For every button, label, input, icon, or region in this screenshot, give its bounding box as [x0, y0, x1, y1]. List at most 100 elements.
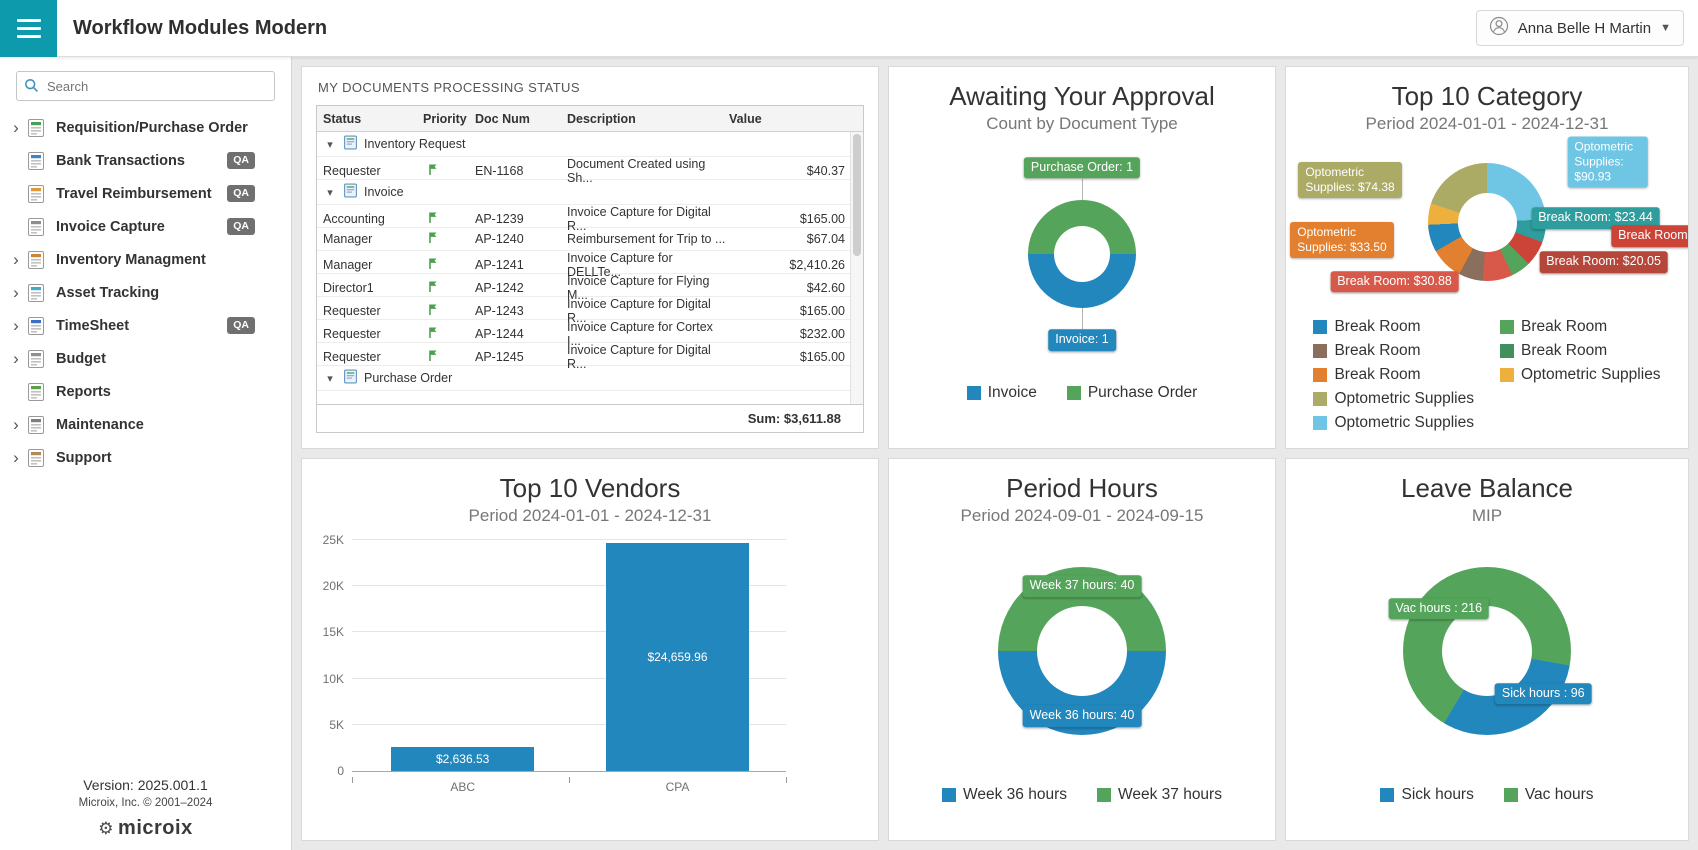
chart-label: Week 37 hours: 40: [1023, 575, 1142, 597]
qa-badge: QA: [227, 152, 255, 169]
table-row[interactable]: RequesterAP-1243Invoice Capture for Digi…: [317, 297, 863, 320]
column-header[interactable]: Description: [567, 112, 729, 126]
qa-badge: QA: [227, 317, 255, 334]
collapse-chevron-icon[interactable]: ▾: [323, 186, 337, 199]
vendors-bar-chart[interactable]: 05K10K15K20K25K$2,636.53ABC$24,659.96CPA: [352, 540, 786, 772]
cell-status: Manager: [323, 232, 423, 246]
table-row[interactable]: Director1AP-1242Invoice Capture for Flyi…: [317, 274, 863, 297]
chart-label: Optometric Supplies: $33.50: [1290, 222, 1394, 258]
period-hours-donut[interactable]: Week 37 hours: 40Week 36 hours: 40: [889, 526, 1275, 776]
sidebar-item-timesheet[interactable]: ›TimeSheetQA: [0, 309, 291, 342]
collapse-chevron-icon[interactable]: ▾: [323, 138, 337, 151]
asset-tracking-icon: [26, 283, 48, 303]
priority-flag-icon: [423, 303, 475, 319]
search-input[interactable]: [16, 71, 275, 101]
menu-button[interactable]: [0, 0, 57, 57]
bar[interactable]: $24,659.96: [606, 543, 749, 771]
legend-label: Purchase Order: [1088, 384, 1197, 402]
panel-title: MY DOCUMENTS PROCESSING STATUS: [302, 67, 878, 105]
chart-title: Top 10 Vendors: [302, 473, 878, 504]
sidebar-item-label: Invoice Capture: [56, 219, 165, 235]
support-icon: [26, 448, 48, 468]
chart-legend: Break RoomBreak RoomBreak RoomBreak Room…: [1286, 318, 1688, 432]
chart-subtitle: Period 2024-09-01 - 2024-09-15: [889, 506, 1275, 526]
legend-item: Optometric Supplies: [1313, 414, 1474, 432]
collapse-chevron-icon[interactable]: ▾: [323, 372, 337, 385]
y-axis-label: 5K: [308, 718, 344, 732]
legend-label: Week 37 hours: [1118, 786, 1222, 804]
legend-swatch: [1500, 344, 1514, 358]
group-name: Purchase Order: [364, 371, 452, 385]
user-menu[interactable]: Anna Belle H Martin ▼: [1476, 10, 1684, 46]
maintenance-icon: [26, 415, 48, 435]
legend-swatch: [1313, 368, 1327, 382]
legend-swatch: [942, 788, 956, 802]
chart-label: Vac hours : 216: [1388, 598, 1489, 620]
user-icon: [1489, 16, 1509, 40]
reports-icon: [26, 382, 48, 402]
scrollbar-thumb[interactable]: [853, 134, 861, 256]
sidebar-item-label: Bank Transactions: [56, 153, 185, 169]
sidebar-item-requisition-purchase-order[interactable]: ›Requisition/Purchase Order: [0, 111, 291, 144]
table-row[interactable]: AccountingAP-1239Invoice Capture for Dig…: [317, 205, 863, 228]
chart-title: Top 10 Category: [1286, 81, 1688, 112]
chevron-down-icon: ▼: [1660, 22, 1671, 34]
sidebar-item-bank-transactions[interactable]: Bank Transactions QA: [0, 144, 291, 177]
awaiting-approval-donut[interactable]: Purchase Order: 1Invoice: 1: [889, 134, 1275, 374]
table-body: ▾Inventory RequestRequesterEN-1168Docume…: [317, 132, 863, 404]
cell-value: $67.04: [729, 232, 845, 246]
legend-item: Break Room: [1500, 318, 1661, 336]
expand-chevron-icon: ›: [6, 317, 26, 334]
cell-doc-num: AP-1240: [475, 232, 567, 246]
chart-label: Optometric Supplies: $74.38: [1298, 162, 1402, 198]
connector-line: [1082, 179, 1083, 200]
app-header: Workflow Modules Modern Anna Belle H Mar…: [0, 0, 1698, 57]
legend-item: Purchase Order: [1067, 384, 1197, 402]
chart-title: Awaiting Your Approval: [889, 81, 1275, 112]
sidebar-item-inventory-management[interactable]: ›Inventory Managment: [0, 243, 291, 276]
sidebar-item-label: Travel Reimbursement: [56, 186, 212, 202]
sidebar-item-travel-reimbursement[interactable]: Travel ReimbursementQA: [0, 177, 291, 210]
column-header[interactable]: Doc Num: [475, 112, 567, 126]
table-row[interactable]: ManagerAP-1240Reimbursement for Trip to …: [317, 228, 863, 251]
column-header[interactable]: Value: [729, 112, 845, 126]
table-row[interactable]: ManagerAP-1241Invoice Capture for DELLTe…: [317, 251, 863, 274]
cell-status: Accounting: [323, 212, 423, 226]
sidebar-item-budget[interactable]: ›Budget: [0, 342, 291, 375]
qa-badge: QA: [227, 218, 255, 235]
chart-subtitle: Count by Document Type: [889, 114, 1275, 134]
bar[interactable]: $2,636.53: [391, 747, 534, 771]
legend-swatch: [1313, 344, 1327, 358]
donut-hole: [1037, 606, 1128, 697]
chart-label: Break Room: $20.05: [1539, 252, 1668, 274]
sidebar-item-invoice-capture[interactable]: Invoice Capture QA: [0, 210, 291, 243]
sidebar-item-asset-tracking[interactable]: ›Asset Tracking: [0, 276, 291, 309]
budget-icon: [26, 349, 48, 369]
document-type-icon: [343, 183, 358, 201]
table-row[interactable]: RequesterAP-1245Invoice Capture for Digi…: [317, 343, 863, 366]
legend-label: Sick hours: [1401, 786, 1473, 804]
chart-label: Sick hours : 96: [1495, 683, 1592, 705]
legend-item: Vac hours: [1504, 786, 1594, 804]
leave-balance-donut[interactable]: Vac hours : 216 Sick hours : 96: [1286, 526, 1688, 776]
legend-item: Invoice: [967, 384, 1037, 402]
category-donut[interactable]: Optometric Supplies: $74.38 Optometric Su…: [1286, 134, 1688, 310]
vertical-scrollbar[interactable]: [850, 132, 863, 404]
bar-value-label: $24,659.96: [606, 650, 749, 664]
sidebar-item-maintenance[interactable]: ›Maintenance: [0, 408, 291, 441]
column-header[interactable]: Status: [323, 112, 423, 126]
table-row[interactable]: RequesterEN-1168Document Created using S…: [317, 157, 863, 180]
cell-doc-num: AP-1245: [475, 350, 567, 364]
chart-label: Break Room: $30.88: [1330, 271, 1459, 293]
priority-flag-icon: [423, 280, 475, 296]
sidebar-item-reports[interactable]: Reports: [0, 375, 291, 408]
priority-flag-icon: [423, 326, 475, 342]
sidebar-item-support[interactable]: ›Support: [0, 441, 291, 474]
cell-status: Requester: [323, 304, 423, 318]
table-row[interactable]: RequesterAP-1244Invoice Capture for Cort…: [317, 320, 863, 343]
legend-swatch: [967, 386, 981, 400]
column-header[interactable]: Priority: [423, 112, 475, 126]
top-10-vendors-panel: Top 10 Vendors Period 2024-01-01 - 2024-…: [301, 458, 879, 841]
group-row[interactable]: ▾Inventory Request: [317, 132, 863, 157]
cell-value: $42.60: [729, 281, 845, 295]
